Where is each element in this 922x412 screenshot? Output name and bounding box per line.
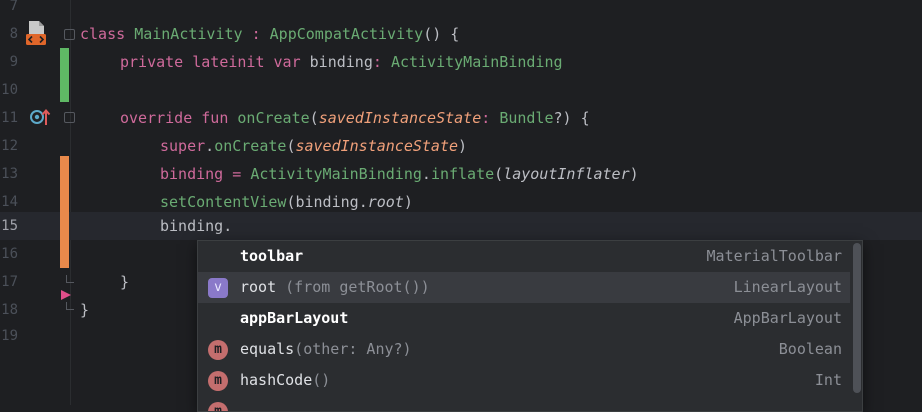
code-completion-popup[interactable]: toolbar MaterialToolbar v root (from get… — [197, 240, 863, 412]
completion-type: Boolean — [778, 340, 842, 358]
completion-scrollbar[interactable] — [852, 241, 862, 411]
code-line-8[interactable]: 8 class MainActivity : AppCompatActivity… — [0, 20, 922, 48]
code-text: override fun onCreate(savedInstanceState… — [120, 109, 590, 127]
override-method-icon[interactable] — [30, 108, 52, 126]
fold-marker-icon[interactable] — [64, 112, 75, 123]
code-text: super.onCreate(savedInstanceState) — [160, 137, 468, 155]
code-line-9[interactable]: 9 private lateinit var binding: Activity… — [0, 48, 922, 76]
line-number: 9 — [9, 54, 18, 70]
method-icon: m — [208, 402, 228, 411]
code-line-11[interactable]: 11 override fun onCreate(savedInstanceSt… — [0, 104, 922, 132]
fold-marker-icon[interactable] — [64, 29, 75, 40]
line-number: 7 — [9, 0, 18, 14]
line-number: 10 — [1, 82, 18, 98]
code-text: private lateinit var binding: ActivityMa… — [120, 53, 563, 71]
completion-item-appbarlayout[interactable]: appBarLayout AppBarLayout — [198, 303, 850, 334]
code-line-7[interactable]: 7 — [0, 0, 922, 20]
completion-type: Int — [814, 371, 842, 389]
breakpoint-arrow-icon[interactable] — [60, 289, 72, 301]
completion-type: MaterialToolbar — [706, 247, 842, 265]
added-lines-marker[interactable] — [60, 48, 69, 102]
fold-end-icon[interactable] — [66, 275, 74, 283]
layout-xml-icon[interactable] — [24, 20, 48, 46]
line-number: 11 — [1, 110, 18, 126]
variable-icon: v — [208, 278, 228, 298]
line-number: 18 — [1, 302, 18, 318]
method-icon: m — [208, 371, 228, 391]
code-line-10[interactable]: 10 — [0, 76, 922, 104]
line-number: 17 — [1, 274, 18, 290]
line-number: 8 — [9, 26, 18, 42]
fold-end-icon[interactable] — [66, 302, 74, 310]
completion-item-root[interactable]: v root (from getRoot()) LinearLayout — [198, 272, 850, 303]
completion-item-equals[interactable]: m equals(other: Any?) Boolean — [198, 334, 850, 365]
code-line-12[interactable]: 12 super.onCreate(savedInstanceState) — [0, 132, 922, 160]
line-number: 15 — [1, 218, 18, 234]
modified-lines-marker[interactable] — [60, 156, 69, 268]
completion-item-toolbar[interactable]: toolbar MaterialToolbar — [198, 241, 850, 272]
completion-item-partial[interactable]: m — [198, 396, 850, 411]
code-text: } — [120, 273, 130, 291]
code-line-15-current[interactable]: 15 binding. — [0, 212, 922, 240]
line-number: 19 — [1, 328, 18, 344]
code-text: binding. — [160, 217, 233, 235]
code-text: } — [80, 301, 90, 319]
line-number: 12 — [1, 138, 18, 154]
completion-scroll-thumb[interactable] — [853, 243, 861, 393]
line-number: 13 — [1, 166, 18, 182]
completion-type: LinearLayout — [733, 278, 842, 296]
code-text: class MainActivity : AppCompatActivity()… — [80, 25, 460, 43]
method-icon: m — [208, 340, 228, 360]
code-text: binding = ActivityMainBinding.inflate(la… — [160, 165, 639, 183]
completion-type: AppBarLayout — [733, 309, 842, 327]
completion-item-hashcode[interactable]: m hashCode() Int — [198, 365, 850, 396]
code-line-13[interactable]: 13 binding = ActivityMainBinding.inflate… — [0, 160, 922, 188]
line-number: 16 — [1, 246, 18, 262]
